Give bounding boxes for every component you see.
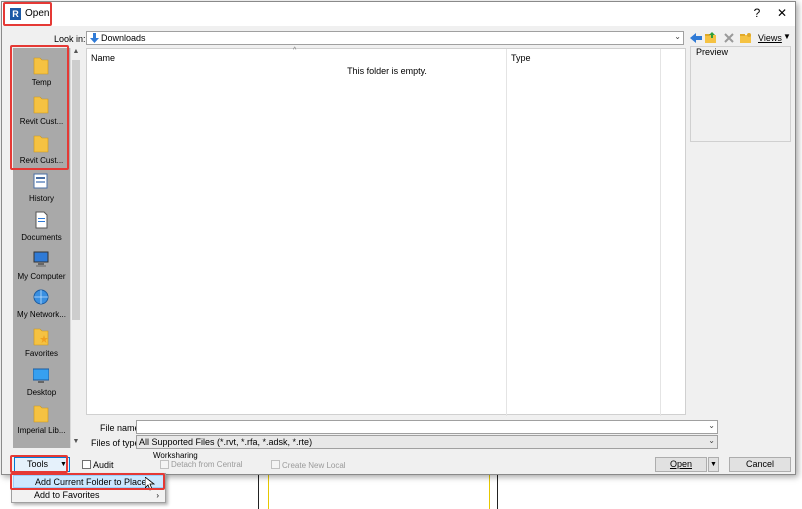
mouse-cursor-icon: [145, 477, 155, 491]
create-local-checkbox[interactable]: [271, 460, 280, 469]
menu-item-label: Add Current Folder to Places: [35, 477, 152, 487]
menu-item-add-to-favorites[interactable]: Add to Favorites ›: [13, 489, 164, 502]
background-line: [258, 475, 259, 509]
file-type-select[interactable]: All Supported Files (*.rvt, *.rfa, *.ads…: [136, 435, 718, 449]
places-scrollbar[interactable]: ▲ ▼: [70, 48, 80, 448]
sidebar-item-label: Revit Cust...: [19, 117, 64, 126]
sidebar-item-label: Favorites: [25, 349, 58, 358]
column-header-type[interactable]: Type: [511, 53, 531, 63]
sidebar-item-my-computer[interactable]: My Computer: [13, 245, 70, 284]
sidebar-item-label: Documents: [21, 233, 62, 242]
download-arrow-icon: [90, 33, 99, 43]
menu-item-label: Add to Favorites: [34, 490, 100, 500]
chevron-down-icon[interactable]: ⌄: [708, 436, 715, 445]
tools-chevron-down-icon: ▼: [60, 461, 67, 468]
sidebar-item-label: Revit Cust...: [19, 156, 64, 165]
column-separator: [506, 49, 507, 416]
look-in-label: Look in:: [54, 34, 86, 44]
look-in-value: Downloads: [101, 33, 146, 43]
network-icon: [33, 289, 49, 305]
audit-checkbox[interactable]: [82, 460, 91, 469]
views-button[interactable]: Views: [758, 33, 782, 43]
detach-checkbox[interactable]: [160, 460, 169, 469]
tools-label: Tools: [27, 459, 49, 469]
empty-folder-message: This folder is empty.: [347, 66, 427, 76]
open-dialog: R Open ? ✕ Look in: Downloads ⌄ Views ▼ …: [1, 1, 796, 475]
chevron-down-icon[interactable]: ⌄: [708, 421, 715, 430]
sidebar-item-temp[interactable]: Temp: [13, 51, 70, 90]
look-in-combo[interactable]: Downloads ⌄: [86, 31, 684, 45]
preview-label: Preview: [696, 47, 729, 57]
detach-label: Detach from Central: [171, 460, 243, 469]
views-chevron-down-icon[interactable]: ▼: [783, 32, 791, 41]
sort-ascending-icon: ^: [293, 47, 297, 54]
background-line: [268, 475, 269, 509]
sidebar-item-label: Desktop: [26, 388, 57, 397]
close-button[interactable]: ✕: [774, 6, 790, 20]
sidebar-item-documents[interactable]: Documents: [13, 206, 70, 245]
file-name-input[interactable]: ⌄: [136, 420, 718, 434]
revit-app-icon: R: [10, 8, 21, 20]
sidebar-item-history[interactable]: History: [13, 167, 70, 206]
tools-menu: Add Current Folder to Places Add to Favo…: [11, 473, 166, 503]
back-arrow-icon[interactable]: [690, 32, 702, 44]
delete-icon[interactable]: [723, 32, 735, 44]
background-line: [489, 475, 490, 509]
title-bar: R Open ? ✕: [2, 2, 795, 26]
places-sidebar: Temp Revit Cust... Revit Cust... History Doc…: [13, 48, 70, 448]
folder-icon: [33, 405, 49, 423]
folder-icon: [33, 57, 49, 75]
tools-button[interactable]: Tools ▼: [14, 457, 70, 472]
sidebar-item-imperial-lib[interactable]: Imperial Lib...: [13, 399, 70, 438]
documents-icon: [35, 211, 48, 229]
scroll-up-icon[interactable]: ▲: [72, 48, 80, 58]
cancel-button[interactable]: Cancel: [729, 457, 791, 472]
file-list[interactable]: Name ^ Type This folder is empty.: [86, 47, 686, 416]
scroll-down-icon[interactable]: ▼: [72, 438, 80, 448]
dialog-title: Open: [25, 8, 50, 19]
sidebar-item-label: Imperial Lib...: [17, 426, 66, 435]
column-header-name[interactable]: Name: [91, 53, 115, 63]
history-icon: [33, 173, 48, 189]
chevron-down-icon: ⌄: [674, 32, 681, 41]
open-options-chevron-icon[interactable]: ▼: [708, 457, 719, 472]
sidebar-item-desktop[interactable]: Desktop: [13, 361, 70, 400]
folder-icon: [33, 135, 49, 153]
folder-icon: [33, 96, 49, 114]
preview-pane: Preview: [690, 46, 791, 142]
computer-icon: [33, 251, 49, 267]
audit-label: Audit: [93, 460, 114, 470]
sidebar-item-label: My Computer: [17, 272, 66, 281]
sidebar-item-revit-cust[interactable]: Revit Cust...: [13, 129, 70, 168]
column-separator: [660, 49, 661, 416]
file-type-value: All Supported Files (*.rvt, *.rfa, *.ads…: [139, 437, 313, 447]
submenu-arrow-icon: ›: [156, 491, 159, 500]
sidebar-item-favorites[interactable]: Favorites: [13, 322, 70, 361]
sidebar-item-label: Temp: [31, 78, 52, 87]
background-line: [497, 475, 498, 509]
new-folder-icon[interactable]: [740, 32, 752, 44]
open-button[interactable]: Open: [655, 457, 707, 472]
sidebar-item-revit-cust[interactable]: Revit Cust...: [13, 90, 70, 129]
sidebar-item-label: History: [29, 194, 54, 203]
create-local-label: Create New Local: [282, 461, 346, 470]
scrollbar-thumb[interactable]: [72, 60, 80, 320]
file-type-label: Files of type:: [91, 438, 143, 448]
sidebar-item-label: My Network...: [17, 310, 66, 319]
help-button[interactable]: ?: [749, 6, 765, 20]
worksharing-label: Worksharing: [153, 451, 198, 460]
favorites-icon: [33, 328, 49, 346]
menu-item-add-folder-to-places[interactable]: Add Current Folder to Places: [13, 475, 164, 488]
up-folder-icon[interactable]: [705, 32, 717, 44]
sidebar-item-my-network[interactable]: My Network...: [13, 283, 70, 322]
desktop-icon: [33, 368, 49, 383]
